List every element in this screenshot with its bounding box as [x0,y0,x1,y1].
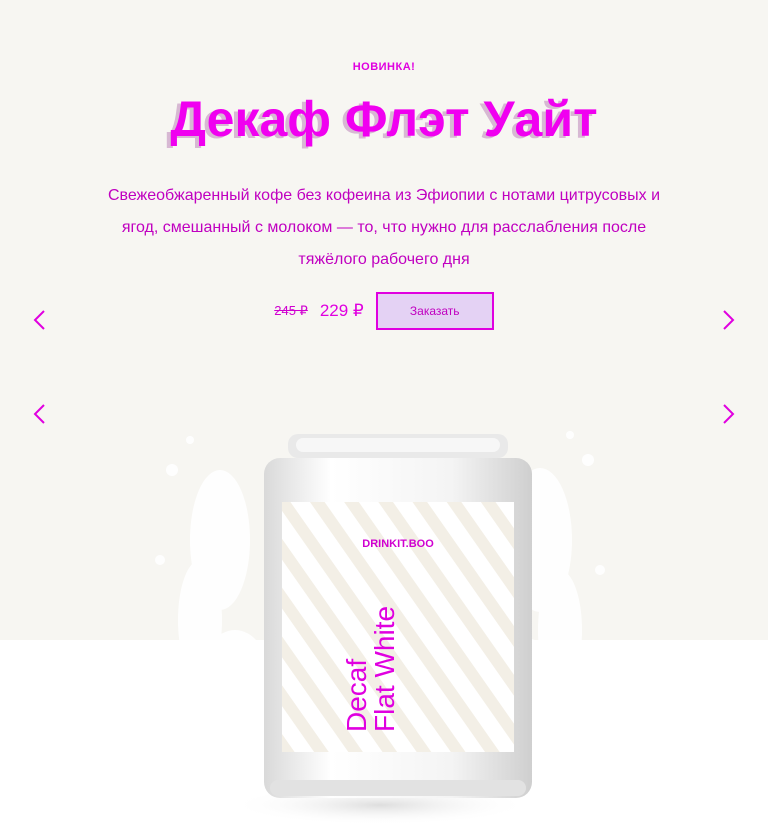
product-description: Свежеобжаренный кофе без кофеина из Эфио… [107,187,661,268]
new-badge: НОВИНКА! [352,61,416,73]
can-name-line1: Decaf [341,659,372,732]
brand-logo: DRINKIT.BOO [362,538,434,550]
new-price: 229 ₽ [319,301,364,320]
product-title: Декаф Флэт Уайт [170,91,598,147]
product-image: DRINKIT.BOO Decaf Flat White [150,420,610,828]
can-name-line2: Flat White [369,606,400,732]
old-price: 245 ₽ [274,303,308,318]
prev-slide-icon[interactable] [28,308,52,332]
next-slide-icon[interactable] [716,308,740,332]
price-row: 245 ₽ 229 ₽ Заказать [0,292,768,330]
prev-product-icon[interactable] [28,402,52,426]
order-button[interactable]: Заказать [375,292,494,330]
next-product-icon[interactable] [716,402,740,426]
